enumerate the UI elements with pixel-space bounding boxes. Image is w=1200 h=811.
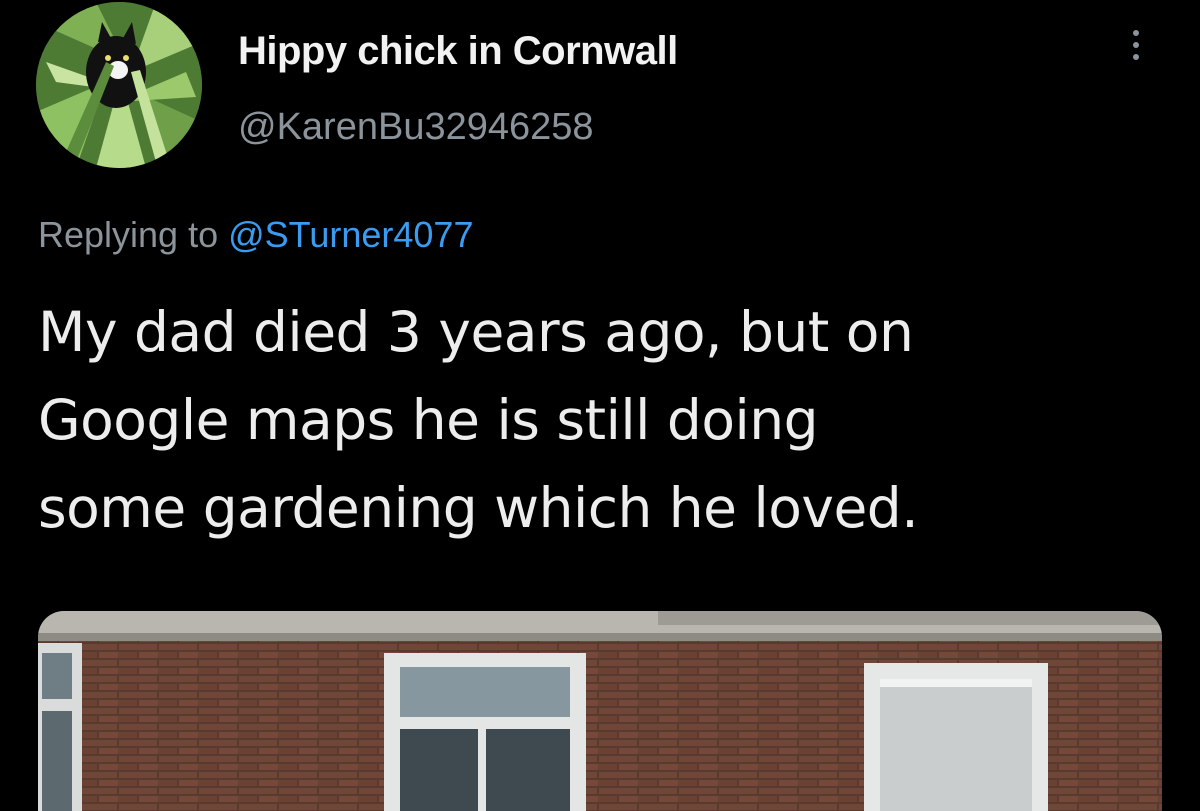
more-options-icon[interactable] bbox=[1124, 30, 1148, 74]
reply-mention-link[interactable]: @STurner4077 bbox=[228, 214, 473, 255]
tweet-text: My dad died 3 years ago, but on Google m… bbox=[38, 288, 1158, 552]
tweet-text-line: Google maps he is still doing bbox=[38, 388, 819, 452]
display-name[interactable]: Hippy chick in Cornwall bbox=[238, 28, 678, 74]
house-photo-icon bbox=[38, 611, 1162, 811]
tweet-media-photo[interactable] bbox=[38, 611, 1162, 811]
tweet-text-line: My dad died 3 years ago, but on bbox=[38, 300, 914, 364]
user-handle[interactable]: @KarenBu32946258 bbox=[238, 105, 594, 149]
tweet-text-line: some gardening which he loved. bbox=[38, 476, 919, 540]
tweet[interactable]: Hippy chick in Cornwall @KarenBu32946258… bbox=[0, 0, 1200, 811]
replying-to-label: Replying to bbox=[38, 214, 219, 255]
replying-to-line: Replying to @STurner4077 bbox=[38, 212, 473, 258]
cat-avatar-icon bbox=[36, 2, 202, 168]
avatar[interactable] bbox=[36, 2, 202, 168]
